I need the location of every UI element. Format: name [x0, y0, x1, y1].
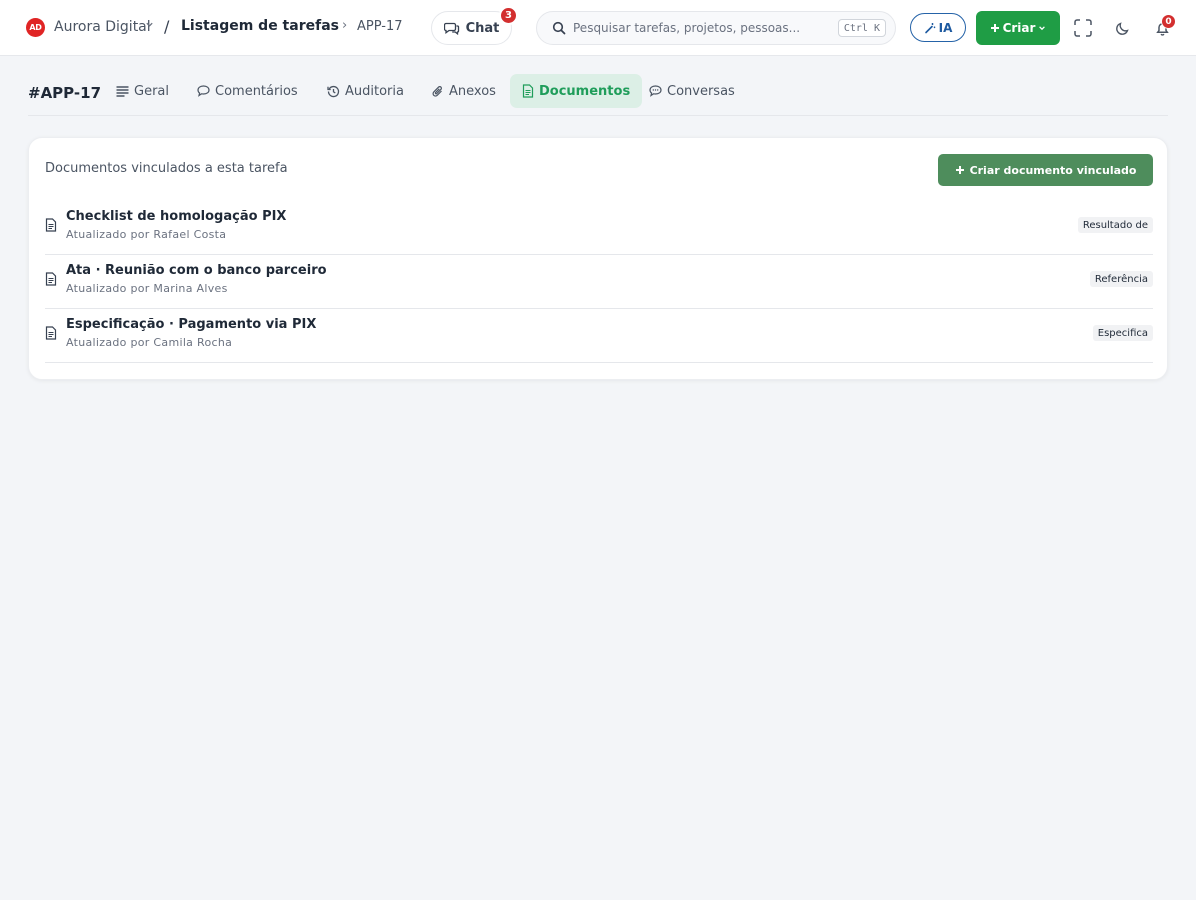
- list-icon: [116, 85, 129, 97]
- search-shortcut: Ctrl K: [837, 19, 886, 37]
- ai-assistant-button[interactable]: IA: [910, 13, 966, 42]
- plus-icon: [955, 166, 964, 174]
- breadcrumb-separator: /: [164, 17, 170, 36]
- top-bar: AD Aurora Digital / Listagem de tarefas …: [0, 0, 1196, 56]
- workspace-switcher[interactable]: Aurora Digital: [54, 19, 151, 35]
- create-label: Criar: [1002, 21, 1036, 35]
- tab-label: Auditoria: [345, 83, 404, 99]
- global-search[interactable]: Pesquisar tarefas, projetos, pessoas... …: [536, 11, 896, 45]
- tab-conversas[interactable]: Conversas: [637, 74, 747, 108]
- document-meta: Atualizado por Camila Rocha: [66, 336, 233, 349]
- tab-label: Comentários: [215, 83, 298, 99]
- create-button[interactable]: Criar: [976, 11, 1060, 45]
- ai-label: IA: [938, 20, 953, 35]
- chevron-down-icon[interactable]: [145, 20, 154, 32]
- history-icon: [327, 85, 340, 97]
- fullscreen-icon: [1074, 19, 1092, 37]
- search-input[interactable]: Pesquisar tarefas, projetos, pessoas...: [573, 21, 800, 35]
- tabs-divider: [28, 115, 1168, 116]
- document-meta: Atualizado por Marina Alves: [66, 282, 228, 295]
- paperclip-icon: [432, 85, 442, 97]
- document-meta: Atualizado por Rafael Costa: [66, 228, 227, 241]
- plus-icon: [990, 24, 999, 32]
- card-title: Documentos vinculados a esta tarefa: [45, 161, 288, 176]
- create-linked-document-label: Criar documento vinculado: [969, 163, 1137, 177]
- document-row[interactable]: Especificação · Pagamento via PIX Atuali…: [45, 309, 1153, 363]
- page-title[interactable]: Listagem de tarefas: [181, 18, 339, 34]
- document-relation-tag: Especifica: [1092, 325, 1153, 341]
- chevron-down-icon: [1039, 26, 1046, 31]
- moon-icon: [1116, 22, 1129, 35]
- tab-anexos[interactable]: Anexos: [420, 74, 508, 108]
- chat-unread-badge: 3: [499, 6, 518, 25]
- tab-label: Conversas: [667, 83, 735, 99]
- magic-wand-icon: [924, 22, 935, 33]
- theme-toggle-button[interactable]: [1112, 17, 1134, 39]
- tab-label: Geral: [134, 83, 169, 99]
- document-relation-tag: Referência: [1089, 271, 1153, 287]
- document-icon: [45, 218, 57, 232]
- document-title[interactable]: Especificação · Pagamento via PIX: [66, 317, 316, 332]
- workspace-logo[interactable]: AD: [26, 18, 45, 37]
- document-relation-tag: Resultado de: [1077, 217, 1153, 233]
- fullscreen-button[interactable]: [1072, 17, 1094, 39]
- task-id-heading: #APP-17: [28, 84, 102, 102]
- document-row[interactable]: Checklist de homologação PIX Atualizado …: [45, 201, 1153, 255]
- document-title[interactable]: Ata · Reunião com o banco parceiro: [66, 263, 327, 278]
- chat-bubble-icon: [649, 85, 662, 97]
- comment-icon: [197, 85, 210, 97]
- search-icon: [552, 21, 566, 35]
- tab-comentarios[interactable]: Comentários: [185, 74, 310, 108]
- create-linked-document-button[interactable]: Criar documento vinculado: [938, 154, 1153, 186]
- linked-documents-card: Documentos vinculados a esta tarefa Cria…: [28, 137, 1168, 380]
- tab-geral[interactable]: Geral: [104, 74, 181, 108]
- document-title[interactable]: Checklist de homologação PIX: [66, 209, 286, 224]
- document-icon: [45, 272, 57, 286]
- tab-documentos[interactable]: Documentos: [510, 74, 643, 108]
- chat-icon: [443, 22, 459, 35]
- chat-label: Chat: [465, 20, 500, 36]
- tab-label: Anexos: [449, 83, 496, 99]
- document-icon: [45, 326, 57, 340]
- document-icon: [522, 84, 534, 98]
- document-row[interactable]: Ata · Reunião com o banco parceiro Atual…: [45, 255, 1153, 309]
- notifications-badge: 0: [1161, 14, 1176, 29]
- tab-auditoria[interactable]: Auditoria: [315, 74, 416, 108]
- breadcrumb-arrow: ›: [342, 18, 348, 33]
- tab-label: Documentos: [539, 83, 631, 99]
- breadcrumb-task-id: APP-17: [357, 19, 403, 34]
